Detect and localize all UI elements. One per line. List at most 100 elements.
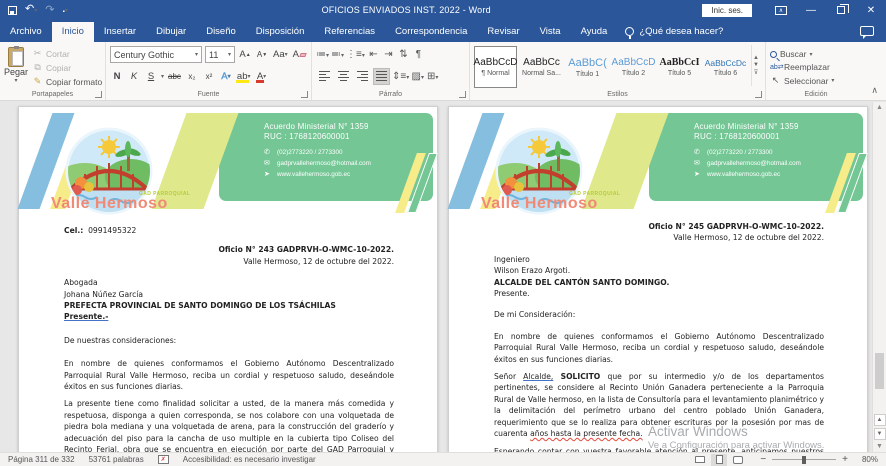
text-effects-button[interactable]: A▾ [219, 68, 233, 84]
gallery-up-icon[interactable]: ▲ [753, 55, 759, 61]
style-titulo-2[interactable]: AaBbCcDTítulo 2 [612, 46, 655, 88]
copy-button[interactable]: ⧉Copiar [32, 62, 102, 73]
zoom-slider-thumb[interactable] [802, 456, 806, 464]
justify-button[interactable] [373, 68, 390, 85]
decrease-indent-button[interactable]: ⇤ [367, 49, 380, 60]
increase-indent-button[interactable]: ⇥ [382, 49, 395, 60]
numbering-button[interactable]: ≕▾ [331, 49, 344, 60]
font-dialog-launcher[interactable] [301, 91, 308, 98]
collapse-ribbon-icon[interactable]: ∧ [871, 85, 878, 96]
style-normal[interactable]: AaBbCcD¶ Normal [474, 46, 517, 88]
bold-button[interactable]: N [110, 68, 124, 84]
font-name-combo[interactable]: Century Gothic▾ [110, 46, 202, 63]
vertical-scrollbar[interactable]: ▲ ▲ ▼ ▼ [872, 102, 886, 452]
oficio-date-line[interactable]: Valle Hermoso, 12 de octubre del 2022. [64, 256, 394, 267]
present-line[interactable]: Presente. [494, 288, 824, 299]
tab-insertar[interactable]: Insertar [94, 22, 146, 42]
restore-button[interactable] [826, 0, 856, 20]
tab-vista[interactable]: Vista [530, 22, 571, 42]
oficio-date-line[interactable]: Valle Hermoso, 12 de octubre del 2022. [494, 232, 824, 243]
underline-button[interactable]: S [144, 68, 158, 84]
format-painter-button[interactable]: ✎Copiar formato [32, 76, 102, 87]
align-right-button[interactable] [354, 68, 371, 85]
style-titulo-6[interactable]: AaBbCcDcTítulo 6 [704, 46, 747, 88]
paragraph-dialog-launcher[interactable] [459, 91, 466, 98]
addressee-name[interactable]: Johana Núñez García [64, 289, 394, 300]
tab-inicio[interactable]: Inicio [52, 22, 94, 42]
ribbon-display-options-button[interactable]: ∧ [766, 0, 796, 20]
multilevel-list-button[interactable]: ⋮≡▾ [346, 49, 365, 60]
document-page-1[interactable]: Acuerdo Ministerial N° 1359 RUC : 176812… [18, 106, 438, 452]
style-titulo-5[interactable]: AaBbCcITítulo 5 [658, 46, 701, 88]
read-mode-button[interactable] [692, 454, 708, 466]
grow-font-button[interactable]: A▲ [238, 47, 252, 63]
tab-ayuda[interactable]: Ayuda [571, 22, 618, 42]
replace-button[interactable]: ab⇄Reemplazar [770, 62, 834, 72]
document-page-2[interactable]: Acuerdo Ministerial N° 1359 RUC : 176812… [448, 106, 868, 452]
present-line[interactable]: Presente.- [64, 311, 394, 322]
superscript-button[interactable]: x² [202, 68, 216, 84]
scrollbar-track[interactable] [873, 113, 886, 413]
find-button[interactable]: Buscar▾ [770, 49, 834, 59]
paste-button[interactable]: Pegar ▾ [4, 45, 28, 86]
feedback-icon[interactable] [860, 26, 874, 36]
styles-dialog-launcher[interactable] [755, 91, 762, 98]
zoom-in-button[interactable]: + [842, 454, 848, 465]
select-button[interactable]: ↖Seleccionar▾ [770, 75, 834, 86]
zoom-slider[interactable] [772, 459, 836, 460]
word-count-status[interactable]: 53761 palabras [89, 455, 144, 464]
change-case-button[interactable]: Aa▾ [272, 47, 289, 63]
undo-icon[interactable]: ↶▾ [25, 4, 37, 17]
tab-disposicion[interactable]: Disposición [246, 22, 315, 42]
shrink-font-button[interactable]: A▼ [255, 47, 269, 63]
oficio-number-line[interactable]: Oficio N° 245 GADPRVH-O-WMC-10-2022. [494, 221, 824, 232]
strikethrough-button[interactable]: abc [167, 68, 182, 84]
addressee-role[interactable]: ALCALDE DEL CANTÓN SANTO DOMINGO. [494, 277, 824, 288]
bullets-button[interactable]: ≔▾ [316, 49, 329, 60]
gallery-down-icon[interactable]: ▼ [753, 62, 759, 68]
body-paragraph-1[interactable]: En nombre de quienes conformamos el Gobi… [494, 331, 824, 365]
customize-qat-icon[interactable]: ᎐▾ [62, 4, 67, 17]
highlight-button[interactable]: ab▾ [236, 68, 252, 84]
body-paragraph-2[interactable]: La presente tiene como finalidad solicit… [64, 398, 394, 452]
addressee-title[interactable]: Abogada [64, 277, 394, 288]
zoom-level[interactable]: 80% [854, 455, 878, 464]
tab-referencias[interactable]: Referencias [314, 22, 385, 42]
align-center-button[interactable] [335, 68, 352, 85]
previous-page-button[interactable]: ▲ [874, 414, 886, 426]
proofing-errors-icon[interactable]: ✗ [158, 455, 169, 464]
tab-correspondencia[interactable]: Correspondencia [385, 22, 477, 42]
style-titulo-1[interactable]: AaBbC(Título 1 [566, 46, 609, 88]
scroll-up-icon[interactable]: ▲ [876, 102, 883, 113]
body-paragraph-2[interactable]: Señor Alcalde, SOLICITO que por su inter… [494, 371, 824, 439]
clipboard-dialog-launcher[interactable] [95, 91, 102, 98]
next-page-button[interactable]: ▼ [874, 428, 886, 440]
addressee-title[interactable]: Ingeniero [494, 254, 824, 265]
redo-icon[interactable]: ↷ [45, 5, 54, 16]
align-left-button[interactable] [316, 68, 333, 85]
scroll-down-icon[interactable]: ▼ [876, 441, 883, 452]
salutation-line[interactable]: De nuestras consideraciones: [64, 335, 394, 346]
body-paragraph-1[interactable]: En nombre de quienes conformamos el Gobi… [64, 358, 394, 392]
sort-button[interactable]: ⇅ [397, 49, 410, 60]
addressee-role[interactable]: PREFECTA PROVINCIAL DE SANTO DOMINGO DE … [64, 300, 394, 311]
line-spacing-button[interactable]: ⇕≡▾ [392, 71, 409, 82]
shading-button[interactable]: ▨▾ [411, 71, 424, 82]
cel-line[interactable]: Cel.: 0991495322 [64, 225, 394, 236]
close-button[interactable]: ✕ [856, 0, 886, 20]
underline-caret-icon[interactable]: ▾ [161, 73, 164, 80]
accessibility-status[interactable]: Accesibilidad: es necesario investigar [183, 455, 316, 464]
tab-revisar[interactable]: Revisar [477, 22, 529, 42]
font-size-combo[interactable]: 11▾ [205, 46, 235, 63]
style-normal-sa[interactable]: AaBbCcNormal Sa... [520, 46, 563, 88]
print-layout-button[interactable] [711, 454, 727, 466]
salutation-line[interactable]: De mi Consideración: [494, 309, 824, 320]
addressee-name[interactable]: Wilson Erazo Argoti. [494, 265, 824, 276]
borders-button[interactable]: ⊞▾ [426, 71, 439, 82]
save-icon[interactable] [8, 6, 17, 15]
cut-button[interactable]: ✂Cortar [32, 48, 102, 59]
web-layout-button[interactable] [730, 454, 746, 466]
tab-archivo[interactable]: Archivo [0, 22, 52, 42]
page-count-status[interactable]: Página 311 de 332 [8, 455, 75, 464]
oficio-number-line[interactable]: Oficio N° 243 GADPRVH-O-WMC-10-2022. [64, 244, 394, 255]
